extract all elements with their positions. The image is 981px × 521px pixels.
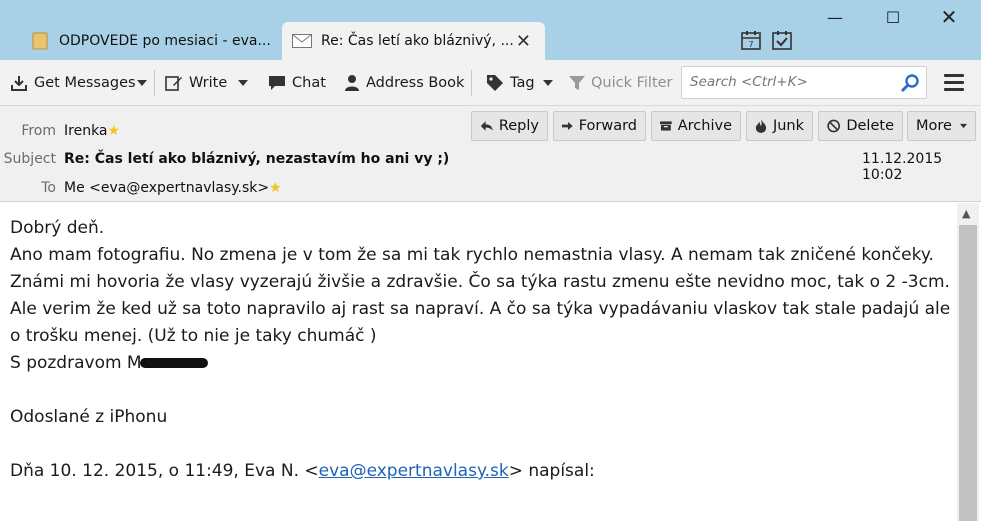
pencil-icon [165,76,182,91]
tag-icon [487,75,503,91]
scrollbar-thumb[interactable] [959,225,977,521]
subject-label: Subject [3,151,56,167]
sent-from-line: Odoslané z iPhonu [10,407,168,427]
archive-button[interactable]: Archive [651,111,741,141]
redaction-mark [139,358,208,368]
divider [471,70,472,96]
body-line: Dobrý deň. [10,218,105,238]
flame-icon [755,119,767,133]
quick-filter-button[interactable]: Quick Filter [569,71,673,95]
tab-odpovede-folder[interactable]: ODPOVEDE po mesiaci - eva... [0,22,282,60]
star-icon[interactable]: ★ [269,180,282,196]
message-body: Dobrý deň. Ano mam fotografiu. No zmena … [0,203,957,521]
to-value[interactable]: Me <eva@expertnavlasy.sk>★ [64,180,282,196]
folder-icon [30,32,50,50]
body-line: o trošku menej. (Už to nie je taky chumá… [10,326,377,346]
chevron-down-icon [137,80,147,86]
body-line: Známi mi hovoria že vlasy vyzerajú živši… [10,272,950,292]
tab-bar: ODPOVEDE po mesiaci - eva... Re: Čas let… [0,0,981,60]
person-icon [345,75,359,91]
tab-label: ODPOVEDE po mesiaci - eva... [59,33,271,49]
body-line: Ano mam fotografiu. No zmena je v tom že… [10,245,934,265]
search-icon[interactable] [900,73,920,93]
junk-button[interactable]: Junk [746,111,813,141]
quote-header: Dňa 10. 12. 2015, o 11:49, Eva N. <eva@e… [10,461,595,481]
forward-arrow-icon [562,121,573,131]
archive-box-icon [660,121,672,131]
more-button[interactable]: More [907,111,976,141]
window-close-icon[interactable]: ✕ [934,5,964,29]
body-line: Ale verim že ked už sa toto napravilo aj… [10,299,951,319]
reply-icon [480,121,493,131]
envelope-icon [292,32,312,50]
search-field[interactable] [681,66,927,99]
message-header: From Irenka★ Subject Re: Čas letí ako bl… [0,106,981,202]
menu-icon[interactable] [944,74,964,92]
close-icon[interactable]: ✕ [516,31,531,52]
download-icon [11,76,27,91]
maximize-icon[interactable]: ☐ [878,8,908,27]
main-toolbar: Get Messages Write Chat Address Book Tag… [0,60,981,106]
prohibited-icon [827,119,841,133]
chevron-down-icon [238,80,248,86]
to-label: To [41,180,56,196]
funnel-icon [569,76,585,90]
tag-button[interactable]: Tag [486,71,553,95]
from-label: From [21,123,56,139]
message-date: 11.12.2015 10:02 [862,151,943,183]
vertical-scrollbar[interactable]: ▲ [957,203,979,521]
from-value[interactable]: Irenka★ [64,123,120,139]
signature-line: S pozdravom M [10,353,208,373]
chevron-down-icon [542,80,553,86]
tasks-icon[interactable] [772,30,792,50]
chat-button[interactable]: Chat [268,71,326,95]
write-dropdown[interactable] [238,71,254,95]
address-book-button[interactable]: Address Book [344,71,464,95]
delete-button[interactable]: Delete [818,111,903,141]
minimize-icon[interactable]: — [820,8,850,27]
calendar-icon[interactable]: 7 [741,30,761,50]
email-link[interactable]: eva@expertnavlasy.sk [319,461,509,481]
chevron-down-icon [959,123,967,129]
divider [154,70,155,96]
get-messages-button[interactable]: Get Messages [10,71,136,95]
tab-label: Re: Čas letí ako bláznivý, ... [321,33,514,49]
forward-button[interactable]: Forward [553,111,646,141]
write-button[interactable]: Write [165,71,227,95]
get-messages-dropdown[interactable] [137,71,153,95]
star-icon[interactable]: ★ [108,123,121,139]
search-input[interactable] [690,74,890,90]
svg-text:7: 7 [748,40,753,49]
scroll-up-icon[interactable]: ▲ [962,207,970,220]
reply-button[interactable]: Reply [471,111,548,141]
tab-message[interactable]: Re: Čas letí ako bláznivý, ... ✕ [282,22,545,60]
chat-bubble-icon [269,76,285,90]
subject-value: Re: Čas letí ako bláznivý, nezastavím ho… [64,151,450,167]
